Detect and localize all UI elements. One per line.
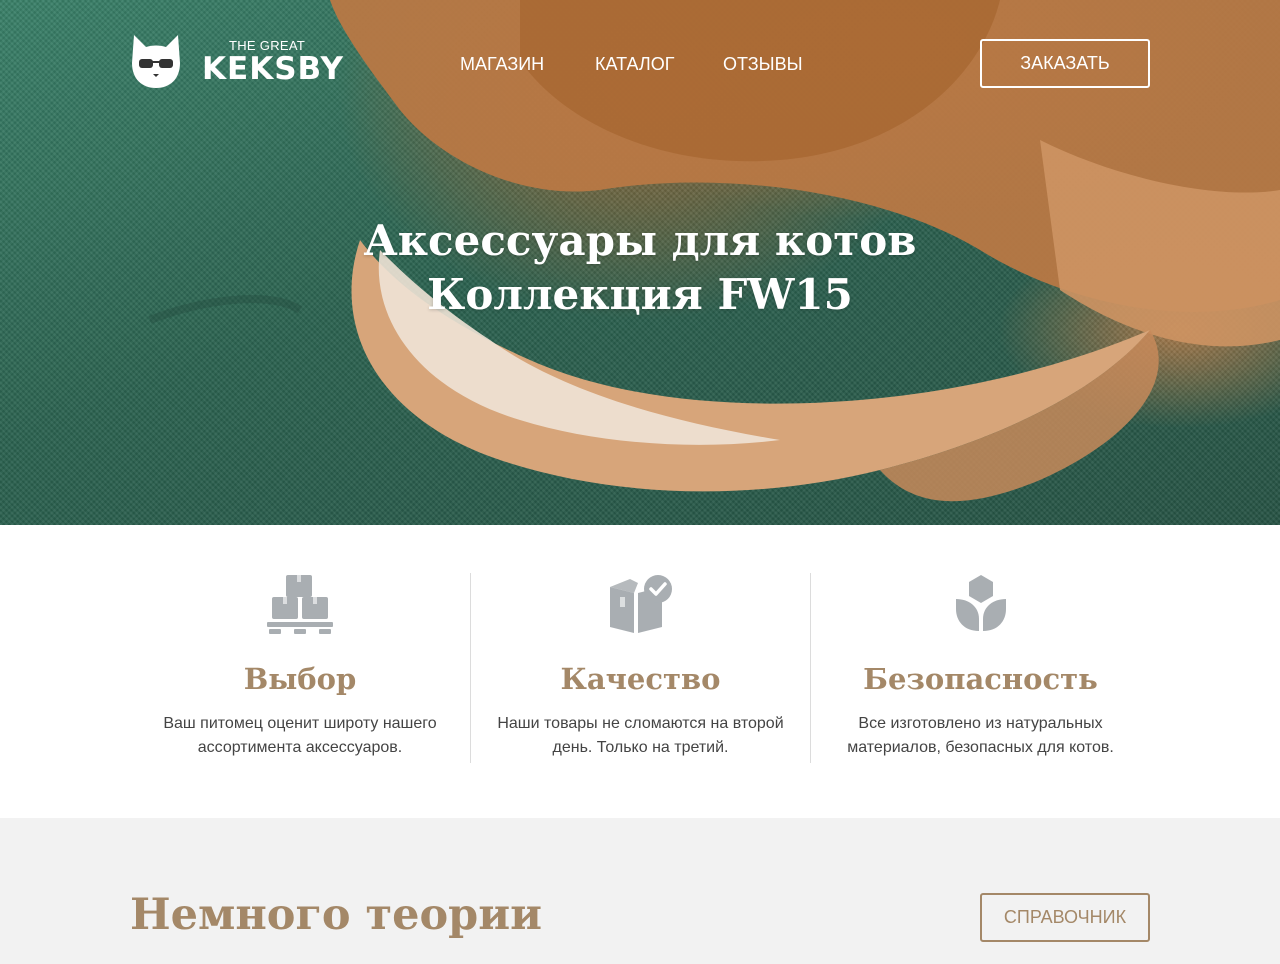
- site-header: THE GREAT KEKSBY МАГАЗИН КАТАЛОГ ОТЗЫВЫ …: [0, 0, 1280, 130]
- feature-choice: Выбор Ваш питомец оценит широту нашего а…: [130, 573, 470, 763]
- order-button[interactable]: ЗАКАЗАТЬ: [980, 39, 1150, 88]
- hero-title-line-2: Коллекция FW15: [427, 270, 853, 319]
- nav-item-catalog[interactable]: КАТАЛОГ: [595, 54, 674, 75]
- feature-choice-text: Ваш питомец оценит широту нашего ассорти…: [163, 715, 437, 756]
- theory-section: Немного теории СПРАВОЧНИК: [0, 818, 1280, 964]
- cat-with-glasses-icon: [132, 35, 180, 88]
- feature-safety-text: Все изготовлено из натуральных материало…: [847, 715, 1114, 756]
- logo-wordmark: KEKSBY: [202, 51, 344, 87]
- feature-quality: Качество Наши товары не сломаются на вто…: [470, 573, 810, 763]
- nav-item-reviews[interactable]: ОТЗЫВЫ: [723, 54, 803, 75]
- site-logo[interactable]: THE GREAT KEKSBY: [130, 33, 343, 91]
- features-section: Выбор Ваш питомец оценит широту нашего а…: [0, 525, 1280, 818]
- feature-safety-title: Безопасность: [863, 662, 1098, 696]
- reference-button[interactable]: СПРАВОЧНИК: [980, 893, 1150, 942]
- feature-safety: Безопасность Все изготовлено из натураль…: [810, 573, 1150, 763]
- nav-item-shop[interactable]: МАГАЗИН: [460, 54, 544, 75]
- hero-title: Аксессуары для котов Коллекция FW15: [0, 214, 1280, 322]
- leaf-sprout-icon: [955, 575, 1006, 631]
- theory-title: Немного теории: [130, 890, 543, 940]
- feature-quality-title: Качество: [560, 662, 721, 696]
- box-with-checkmark-icon: [609, 575, 672, 633]
- hero-title-line-1: Аксессуары для котов: [363, 216, 917, 265]
- boxes-on-pallet-icon: [267, 575, 333, 634]
- feature-quality-text: Наши товары не сломаются на второй день.…: [497, 715, 784, 756]
- feature-choice-title: Выбор: [243, 662, 357, 696]
